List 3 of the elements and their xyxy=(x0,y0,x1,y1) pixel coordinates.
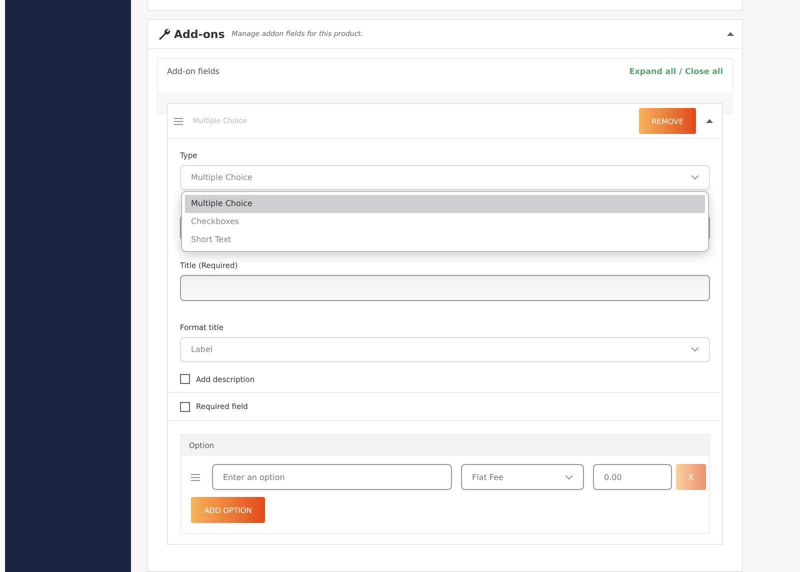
link-separator: / xyxy=(679,67,682,78)
fields-heading: Add-on fields xyxy=(167,67,220,78)
section-title: Add-ons xyxy=(174,28,225,40)
